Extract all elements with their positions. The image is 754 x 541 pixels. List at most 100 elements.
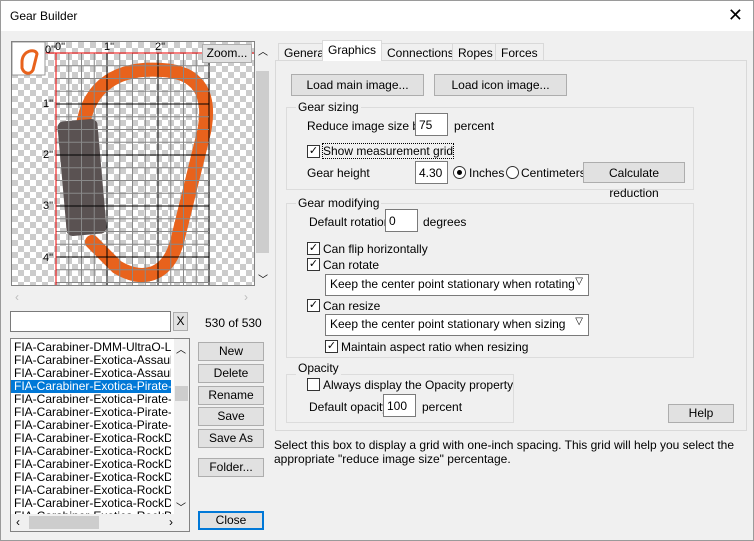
- ruler-y-4: 4": [43, 252, 54, 264]
- list-item[interactable]: FIA-Carabiner-Exotica-Assault-Sta: [11, 354, 171, 367]
- default-opacity-label: Default opacity: [309, 400, 389, 414]
- load-main-image-button[interactable]: Load main image...: [291, 74, 424, 96]
- scroll-left-icon[interactable]: ‹: [15, 290, 19, 304]
- close-button[interactable]: Close: [198, 511, 264, 530]
- scroll-down-icon[interactable]: ﹀: [258, 271, 268, 286]
- rotate-mode-value: Keep the center point stationary when ro…: [330, 277, 575, 291]
- load-icon-image-button[interactable]: Load icon image...: [434, 74, 567, 96]
- list-item[interactable]: FIA-Carabiner-Exotica-Pirate-Oran: [11, 406, 171, 419]
- folder-button[interactable]: Folder...: [198, 458, 264, 477]
- reduce-label: Reduce image size by: [307, 119, 426, 133]
- chevron-down-icon: ▽: [575, 276, 583, 287]
- inches-radio[interactable]: [453, 166, 466, 179]
- show-grid-checkbox[interactable]: ✓: [307, 145, 320, 158]
- resize-mode-select[interactable]: Keep the center point stationary when si…: [325, 314, 589, 336]
- rotate-mode-select[interactable]: Keep the center point stationary when ro…: [325, 274, 589, 296]
- ruler-y-2: 2": [43, 149, 54, 161]
- search-input[interactable]: [10, 311, 171, 332]
- list-item[interactable]: FIA-Carabiner-Exotica-Pirate-Oran: [11, 393, 171, 406]
- rotation-input[interactable]: [385, 209, 418, 232]
- tab-graphics[interactable]: Graphics: [322, 40, 383, 61]
- calculate-reduction-button[interactable]: Calculate reduction: [583, 162, 685, 200]
- ruler-y-1: 1": [43, 98, 54, 110]
- scroll-right-icon[interactable]: ›: [169, 515, 173, 529]
- flip-checkbox[interactable]: ✓: [307, 242, 320, 255]
- list-item[interactable]: FIA-Carabiner-Exotica-Pirate-Wire: [11, 419, 171, 432]
- rename-button[interactable]: Rename: [198, 386, 264, 405]
- list-item[interactable]: FIA-Carabiner-Exotica-Assault-Sta: [11, 367, 171, 380]
- height-input[interactable]: [415, 161, 448, 184]
- list-scroll-thumb[interactable]: [175, 386, 188, 401]
- delete-button[interactable]: Delete: [198, 364, 264, 383]
- image-preview[interactable]: 0" 1" 2" 0" 1" 2" 3" 4" Zoom...: [11, 41, 255, 286]
- resize-checkbox[interactable]: ✓: [307, 299, 320, 312]
- tab-ropes[interactable]: Ropes: [452, 43, 499, 61]
- ruler-y-3: 3": [43, 200, 54, 212]
- hint-text: Select this box to display a grid with o…: [274, 438, 735, 466]
- list-item[interactable]: FIA-Carabiner-Exotica-RockD-Re: [11, 471, 171, 484]
- resize-mode-value: Keep the center point stationary when si…: [330, 317, 566, 331]
- list-item[interactable]: FIA-Carabiner-DMM-UltraO-Locks: [11, 341, 171, 354]
- show-grid-label[interactable]: Show measurement grid: [321, 143, 455, 159]
- graphics-panel: Load main image... Load icon image... Ge…: [275, 60, 747, 431]
- ruler-x-0: 0": [55, 41, 66, 53]
- list-hscroll-thumb[interactable]: [29, 516, 99, 529]
- default-opacity-input[interactable]: [383, 394, 416, 417]
- save-as-label: Save As: [208, 431, 254, 445]
- chevron-down-icon: ▽: [575, 316, 583, 327]
- item-count: 530 of 530: [205, 316, 262, 330]
- new-button[interactable]: New: [198, 342, 264, 361]
- reduce-input[interactable]: [415, 113, 448, 136]
- default-opacity-unit: percent: [422, 400, 463, 414]
- list-item[interactable]: FIA-Carabiner-Exotica-RockD-Re: [11, 445, 171, 458]
- zoom-button[interactable]: Zoom...: [202, 44, 252, 63]
- ruler-x-2: 2": [155, 41, 166, 53]
- rotate-checkbox[interactable]: ✓: [307, 258, 320, 271]
- centimeters-label: Centimeters: [521, 166, 586, 180]
- list-item[interactable]: FIA-Carabiner-Exotica-RockD-Re: [11, 458, 171, 471]
- always-opacity-label: Always display the Opacity property: [323, 378, 514, 392]
- always-opacity-checkbox[interactable]: [307, 378, 320, 391]
- gear-list[interactable]: FIA-Carabiner-DMM-UltraO-LocksFIA-Carabi…: [10, 338, 190, 532]
- title-bar: Gear Builder ✕: [1, 1, 753, 31]
- close-label: Close: [215, 513, 247, 527]
- scroll-thumb[interactable]: [256, 71, 269, 253]
- ruler-y-0: 0": [45, 44, 56, 56]
- list-item[interactable]: FIA-Carabiner-Exotica-Pirate-Oran: [11, 380, 171, 393]
- preview-vscrollbar[interactable]: ︿ ﹀: [255, 41, 270, 286]
- scroll-right-icon[interactable]: ›: [244, 290, 248, 304]
- list-item[interactable]: FIA-Carabiner-Exotica-RockD-Re: [11, 497, 171, 510]
- save-as-button[interactable]: Save As: [198, 429, 264, 448]
- rotation-label: Default rotation: [309, 215, 391, 229]
- save-label: Save: [217, 409, 245, 423]
- scroll-down-icon[interactable]: ﹀: [176, 499, 186, 514]
- reduce-unit: percent: [454, 119, 495, 133]
- inches-label: Inches: [469, 166, 505, 180]
- tab-forces[interactable]: Forces: [495, 43, 544, 61]
- aspect-label: Maintain aspect ratio when resizing: [341, 340, 529, 354]
- height-label: Gear height: [307, 166, 370, 180]
- save-button[interactable]: Save: [198, 407, 264, 426]
- flip-label: Can flip horizontally: [323, 242, 428, 256]
- preview-canvas: [12, 42, 254, 285]
- scroll-up-icon[interactable]: ︿: [176, 341, 186, 356]
- aspect-checkbox[interactable]: ✓: [325, 340, 338, 353]
- gear-sizing-title: Gear sizing: [296, 100, 361, 114]
- rename-label: Rename: [208, 388, 254, 402]
- help-button[interactable]: Help: [668, 404, 734, 423]
- gear-modifying-title: Gear modifying: [296, 196, 382, 210]
- scroll-up-icon[interactable]: ︿: [258, 43, 268, 58]
- window-title: Gear Builder: [10, 9, 78, 23]
- delete-label: Delete: [213, 366, 249, 380]
- rotation-unit: degrees: [423, 215, 467, 229]
- list-item[interactable]: FIA-Carabiner-Exotica-RockD-Re: [11, 484, 171, 497]
- list-item[interactable]: FIA-Carabiner-Exotica-RockD-Lar: [11, 432, 171, 445]
- centimeters-radio[interactable]: [506, 166, 519, 179]
- close-icon[interactable]: ✕: [728, 5, 743, 25]
- list-hscrollbar[interactable]: ‹ ›: [11, 514, 189, 531]
- scroll-left-icon[interactable]: ‹: [16, 515, 20, 529]
- tab-connections[interactable]: Connections: [381, 43, 460, 61]
- clear-search-button[interactable]: X: [173, 312, 188, 331]
- icon-thumbnail: [12, 42, 46, 76]
- list-vscrollbar[interactable]: ︿ ﹀: [174, 339, 189, 514]
